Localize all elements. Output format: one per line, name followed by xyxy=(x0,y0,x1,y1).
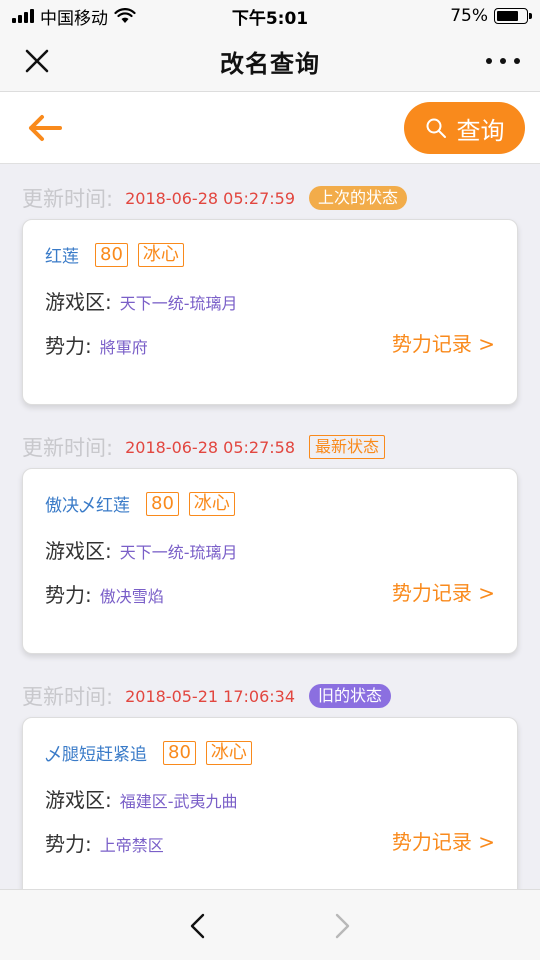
battery-percent: 75% xyxy=(450,6,488,26)
school-tag: 冰心 xyxy=(137,242,184,267)
faction-label: 势力: xyxy=(45,583,92,607)
faction-value: 傲决雪焰 xyxy=(99,587,164,606)
chevron-right-icon[interactable] xyxy=(330,912,354,940)
update-time-label: 更新时间: xyxy=(22,685,114,709)
faction-record-link[interactable]: 势力记录 > xyxy=(392,826,495,855)
toolbar: 查询 xyxy=(0,92,540,164)
faction-value: 將軍府 xyxy=(99,338,148,357)
zone-row: 游戏区: 天下一统-琉璃月 xyxy=(45,286,238,315)
name-row: 乄腿短赶紧追 80 冰心 xyxy=(45,740,252,765)
signal-icon xyxy=(12,9,34,23)
level-tag: 80 xyxy=(146,491,179,516)
zone-value: 天下一统-琉璃月 xyxy=(119,294,238,313)
carrier-label: 中国移动 xyxy=(40,8,108,29)
status-bar: 中国移动 下午5:01 75% xyxy=(0,0,540,32)
nav-bar: 改名查询 xyxy=(0,32,540,92)
school-tag: 冰心 xyxy=(205,740,252,765)
status-badge: 上次的状态 xyxy=(309,186,408,210)
record-header: 更新时间: 2018-06-28 05:27:59 上次的状态 xyxy=(22,182,408,214)
wifi-icon xyxy=(114,8,136,23)
zone-value: 天下一统-琉璃月 xyxy=(119,543,238,562)
battery-icon xyxy=(494,8,532,24)
faction-label: 势力: xyxy=(45,832,92,856)
zone-row: 游戏区: 福建区-武夷九曲 xyxy=(45,784,238,813)
character-name: 红莲 xyxy=(45,247,79,267)
character-name: 傲决乄红莲 xyxy=(45,496,130,516)
name-row: 傲决乄红莲 80 冰心 xyxy=(45,491,235,516)
status-badge: 旧的状态 xyxy=(309,684,392,708)
faction-record-link[interactable]: 势力记录 > xyxy=(392,577,495,606)
update-timestamp: 2018-05-21 17:06:34 xyxy=(125,686,296,706)
more-icon[interactable] xyxy=(486,46,520,76)
zone-label: 游戏区: xyxy=(45,788,112,812)
query-label: 查询 xyxy=(456,116,505,145)
update-timestamp: 2018-06-28 05:27:59 xyxy=(125,188,296,208)
chevron-left-icon[interactable] xyxy=(186,912,210,940)
faction-label: 势力: xyxy=(45,334,92,358)
battery-fill xyxy=(497,11,518,21)
record-list[interactable]: 更新时间: 2018-06-28 05:27:59 上次的状态 红莲 80 冰心… xyxy=(0,164,540,889)
status-badge: 最新状态 xyxy=(309,435,386,459)
query-button[interactable]: 查询 xyxy=(404,102,525,154)
update-time-label: 更新时间: xyxy=(22,436,114,460)
record-header: 更新时间: 2018-05-21 17:06:34 旧的状态 xyxy=(22,680,392,712)
page-title: 改名查询 xyxy=(220,50,320,78)
name-row: 红莲 80 冰心 xyxy=(45,242,184,267)
search-icon xyxy=(426,118,446,138)
faction-row: 势力: 傲决雪焰 xyxy=(45,579,164,608)
status-left: 中国移动 xyxy=(12,4,136,29)
status-right: 75% xyxy=(450,6,532,26)
level-tag: 80 xyxy=(163,740,196,765)
record-card: 乄腿短赶紧追 80 冰心 游戏区: 福建区-武夷九曲 势力: 上帝禁区 势力记录… xyxy=(22,717,518,889)
update-time-label: 更新时间: xyxy=(22,187,114,211)
browser-bottom-bar xyxy=(0,889,540,960)
school-tag: 冰心 xyxy=(188,491,235,516)
record-card: 傲决乄红莲 80 冰心 游戏区: 天下一统-琉璃月 势力: 傲决雪焰 势力记录 … xyxy=(22,468,518,654)
close-icon[interactable] xyxy=(22,46,52,76)
faction-value: 上帝禁区 xyxy=(99,836,164,855)
zone-value: 福建区-武夷九曲 xyxy=(119,792,238,811)
faction-row: 势力: 將軍府 xyxy=(45,330,148,359)
faction-record-link[interactable]: 势力记录 > xyxy=(392,328,495,357)
update-timestamp: 2018-06-28 05:27:58 xyxy=(125,437,296,457)
faction-row: 势力: 上帝禁区 xyxy=(45,828,164,857)
zone-row: 游戏区: 天下一统-琉璃月 xyxy=(45,535,238,564)
character-name: 乄腿短赶紧追 xyxy=(45,745,147,765)
level-tag: 80 xyxy=(95,242,128,267)
zone-label: 游戏区: xyxy=(45,290,112,314)
record-header: 更新时间: 2018-06-28 05:27:58 最新状态 xyxy=(22,431,386,463)
record-card: 红莲 80 冰心 游戏区: 天下一统-琉璃月 势力: 將軍府 势力记录 > xyxy=(22,219,518,405)
arrow-left-icon[interactable] xyxy=(26,112,64,144)
zone-label: 游戏区: xyxy=(45,539,112,563)
